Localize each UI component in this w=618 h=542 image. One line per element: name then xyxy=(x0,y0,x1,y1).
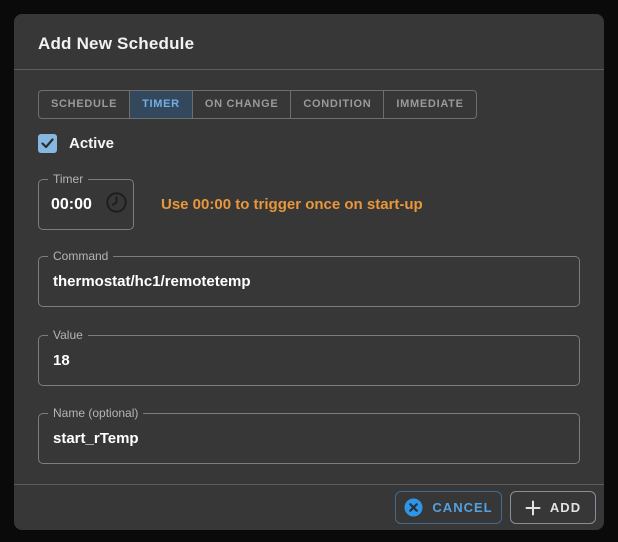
backdrop: Add New Schedule SCHEDULE TIMER ON CHANG… xyxy=(0,0,618,542)
value-field-label: Value xyxy=(48,328,88,343)
active-row: Active xyxy=(38,133,580,153)
timer-row: Timer Use 00:00 to trigger once on start… xyxy=(38,179,580,230)
cancel-circle-icon xyxy=(404,498,423,517)
timer-field-label: Timer xyxy=(48,172,88,187)
tab-on-change[interactable]: ON CHANGE xyxy=(192,91,291,118)
tab-condition[interactable]: CONDITION xyxy=(290,91,383,118)
checkmark-icon xyxy=(41,138,54,149)
timer-input[interactable] xyxy=(51,196,103,214)
name-field-label: Name (optional) xyxy=(48,406,143,421)
schedule-type-tab-group: SCHEDULE TIMER ON CHANGE CONDITION IMMED… xyxy=(38,90,477,119)
cancel-button-label: CANCEL xyxy=(432,500,492,515)
add-button-label: ADD xyxy=(550,500,581,515)
name-field: Name (optional) xyxy=(38,413,580,464)
timer-hint-text: Use 00:00 to trigger once on start-up xyxy=(161,196,423,213)
active-checkbox-label: Active xyxy=(69,135,114,152)
value-field: Value xyxy=(38,335,580,386)
dialog-header: Add New Schedule xyxy=(14,14,604,69)
cancel-button[interactable]: CANCEL xyxy=(395,491,502,524)
active-checkbox[interactable] xyxy=(38,134,57,153)
add-schedule-dialog: Add New Schedule SCHEDULE TIMER ON CHANG… xyxy=(14,14,604,530)
tab-immediate[interactable]: IMMEDIATE xyxy=(383,91,475,118)
clock-icon[interactable] xyxy=(105,191,128,219)
dialog-actions: CANCEL ADD xyxy=(14,485,604,530)
value-input[interactable] xyxy=(53,352,565,369)
command-field: Command xyxy=(38,256,580,307)
name-input[interactable] xyxy=(53,430,565,447)
timer-field: Timer xyxy=(38,179,134,230)
add-button[interactable]: ADD xyxy=(510,491,596,524)
plus-icon xyxy=(525,500,541,516)
tab-schedule[interactable]: SCHEDULE xyxy=(39,91,129,118)
command-input[interactable] xyxy=(53,273,565,290)
tab-timer[interactable]: TIMER xyxy=(129,91,192,118)
command-field-label: Command xyxy=(48,249,113,264)
dialog-content: SCHEDULE TIMER ON CHANGE CONDITION IMMED… xyxy=(14,70,604,484)
dialog-title: Add New Schedule xyxy=(38,34,580,54)
